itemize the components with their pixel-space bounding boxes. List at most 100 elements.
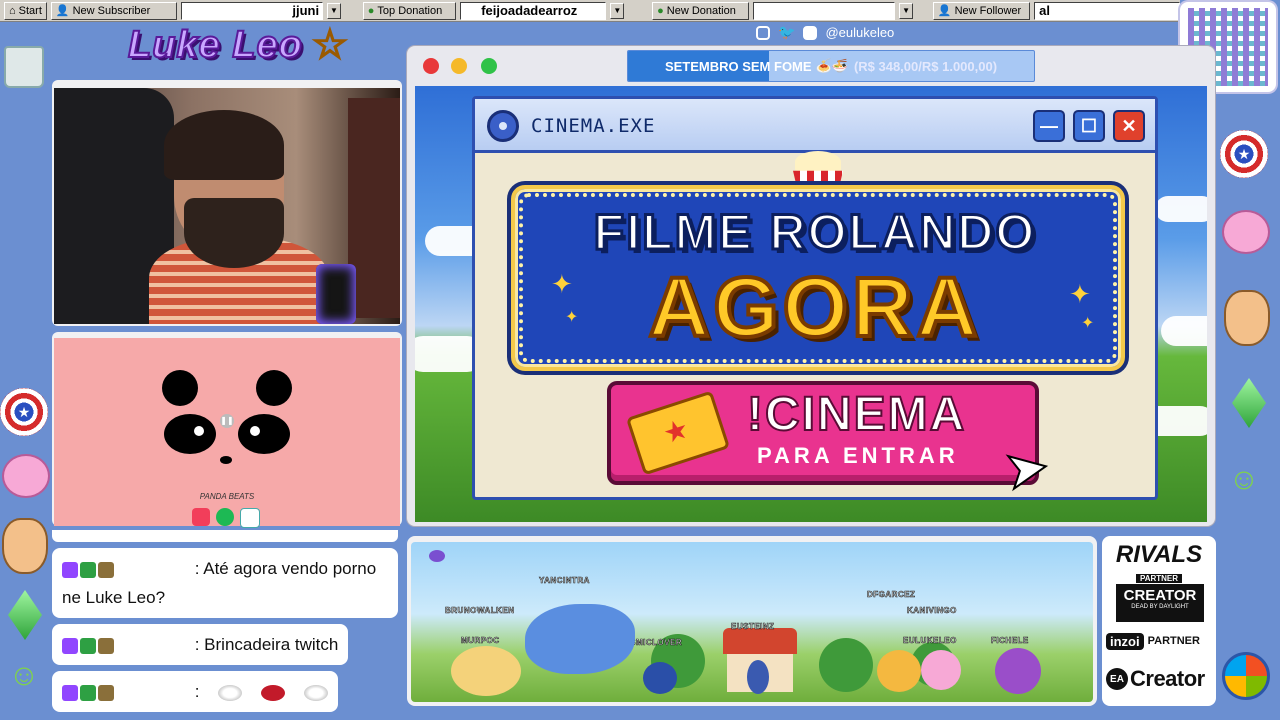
- twitch-icon: [62, 684, 78, 701]
- apple-music-icon[interactable]: [192, 508, 210, 526]
- sub-badge-icon: [98, 561, 114, 578]
- minimize-window-dot[interactable]: [451, 58, 467, 74]
- new-follower-label: New Follower: [954, 4, 1022, 17]
- msn-buddy-icon: ☺: [1228, 463, 1260, 496]
- chatter-name: KANIVINGO: [907, 606, 957, 616]
- chat-badges: [62, 637, 114, 654]
- jigglypuff-icon: [1222, 210, 1270, 254]
- donation-goal-bar: SETEMBRO SEM FOME 🍝🍜 (R$ 348,00/R$ 1.000…: [627, 50, 1035, 82]
- pokemon-sprite: [643, 662, 677, 694]
- person-icon: 👤: [55, 5, 70, 17]
- piggy-icon: ●: [367, 4, 375, 17]
- cinema-instruction: PARA ENTRAR: [757, 443, 959, 468]
- chat-previous-message: [52, 530, 398, 542]
- character-face-icon: [2, 518, 48, 574]
- sub-badge-icon: [98, 684, 114, 701]
- dialog-title: CINEMA.EXE: [531, 115, 656, 137]
- music-platforms: [192, 508, 260, 528]
- chatter-name: MURPOC: [461, 636, 500, 646]
- chatter-name: DFGARCEZ: [867, 590, 916, 600]
- chatters-scene-panel: YANCINTRA BRUNOWALKEN MURPOC EUCOSMICLOV…: [407, 536, 1097, 706]
- twitch-icon: [62, 637, 78, 654]
- verified-icon: [80, 637, 96, 654]
- chevron-down-icon[interactable]: ▼: [327, 2, 341, 19]
- chat-message-text: :: [194, 682, 200, 701]
- sub-badge-icon: [98, 637, 114, 654]
- rivals-partner-label: PARTNER: [1135, 574, 1183, 583]
- cinema-dialog: CINEMA.EXE — ☐ ✕ ✦ ✦ ✦ ✦ FILME ROLANDO A…: [472, 96, 1158, 502]
- chatters-scene: YANCINTRA BRUNOWALKEN MURPOC EUCOSMICLOV…: [411, 542, 1093, 702]
- lips-emote: [260, 684, 285, 701]
- instagram-icon: [756, 25, 770, 40]
- close-window-dot[interactable]: [423, 58, 439, 74]
- pause-icon[interactable]: ❚❚: [220, 414, 234, 428]
- subscriber-field[interactable]: jjuni: [181, 1, 324, 20]
- chat-bubble-icon: [429, 550, 445, 562]
- chatter-name: EULUKELEO: [903, 636, 957, 646]
- pokemon-sprite: [877, 650, 921, 692]
- chevron-down-icon[interactable]: ▼: [610, 2, 625, 19]
- start-button[interactable]: ⌂ Start: [4, 1, 47, 20]
- webcam-panel: [52, 80, 402, 326]
- amazon-music-icon[interactable]: [240, 508, 260, 528]
- streamer-beard: [184, 198, 284, 268]
- dbd-label: DEAD BY DAYLIGHT: [1131, 604, 1189, 610]
- panda-eye: [164, 414, 216, 454]
- new-follower-button[interactable]: 👤 New Follower: [932, 1, 1031, 20]
- ea-creator-badge: EA Creator: [1106, 664, 1214, 694]
- twitch-icon: [62, 561, 78, 578]
- ticket-icon: [625, 390, 731, 476]
- chatter-name: FICHELE: [991, 636, 1029, 646]
- follower-field[interactable]: al: [1034, 1, 1180, 20]
- music-title: PANDA BEATS: [199, 492, 255, 501]
- recycle-bin-icon[interactable]: [4, 46, 44, 88]
- streamer-hair: [164, 110, 284, 180]
- cinema-command-button[interactable]: !CINEMA PARA ENTRAR: [607, 381, 1039, 485]
- chat-message: :: [52, 671, 338, 712]
- chat-panel: : Até agora vendo porno ne Luke Leo? : B…: [52, 530, 398, 716]
- popcorn-icon: [795, 151, 841, 173]
- close-button[interactable]: ✕: [1113, 110, 1145, 142]
- chevron-down-icon[interactable]: ▼: [899, 2, 913, 19]
- start-label: Start: [18, 4, 42, 17]
- captain-shield-icon: ★: [1220, 130, 1268, 178]
- new-subscriber-label: New Subscriber: [72, 4, 151, 17]
- film-reel-icon: [487, 110, 519, 142]
- inzoi-partner-label: PARTNER: [1147, 635, 1200, 647]
- twitter-icon: 🐦: [778, 24, 796, 40]
- rivals-logo: RIVALS: [1115, 541, 1203, 568]
- new-subscriber-button[interactable]: 👤 New Subscriber: [50, 1, 178, 20]
- maximize-button[interactable]: ☐: [1073, 110, 1105, 142]
- verified-icon: [80, 684, 96, 701]
- top-donation-button[interactable]: ● Top Donation: [362, 1, 457, 20]
- social-handle: @eulukeleo: [825, 25, 895, 40]
- new-donation-label: New Donation: [666, 4, 736, 17]
- new-donation-button[interactable]: ● New Donation: [652, 1, 750, 20]
- top-donation-field[interactable]: feijoadadearroz: [460, 1, 607, 20]
- dbd-creator-badge: CREATOR DEAD BY DAYLIGHT: [1116, 584, 1204, 622]
- new-donation-field[interactable]: [753, 1, 896, 20]
- tree: [819, 638, 873, 692]
- goal-text: SETEMBRO SEM FOME 🍝🍜 (R$ 348,00/R$ 1.000…: [628, 51, 1034, 81]
- verified-icon: [80, 561, 96, 578]
- goal-title: SETEMBRO SEM FOME: [664, 58, 812, 74]
- plumbob-icon: [8, 590, 42, 640]
- dialog-titlebar: CINEMA.EXE — ☐ ✕: [475, 99, 1155, 153]
- windows-start-orb-icon[interactable]: [1222, 652, 1270, 700]
- partner-badges: RIVALS PARTNER CREATOR DEAD BY DAYLIGHT …: [1102, 536, 1216, 706]
- spotify-icon[interactable]: [216, 508, 234, 526]
- music-player: ❚❚ PANDA BEATS: [54, 338, 400, 528]
- zoom-window-dot[interactable]: [481, 58, 497, 74]
- creator-label: CREATOR: [1123, 587, 1197, 604]
- character-face-icon: [1224, 290, 1270, 346]
- star-icon: ☆: [311, 22, 349, 68]
- minimize-button[interactable]: —: [1033, 110, 1065, 142]
- inzoi-logo: inzoi: [1106, 632, 1144, 650]
- chatter-name: EUSTEINZ: [731, 622, 775, 632]
- marvel-rivals-badge: RIVALS PARTNER: [1114, 541, 1204, 583]
- jigglypuff-icon: [2, 454, 50, 498]
- chat-badges: [62, 561, 114, 578]
- piggy-icon: ●: [657, 4, 664, 17]
- chatter-name: YANCINTRA: [539, 576, 590, 586]
- chatter-name: BRUNOWALKEN: [445, 606, 515, 616]
